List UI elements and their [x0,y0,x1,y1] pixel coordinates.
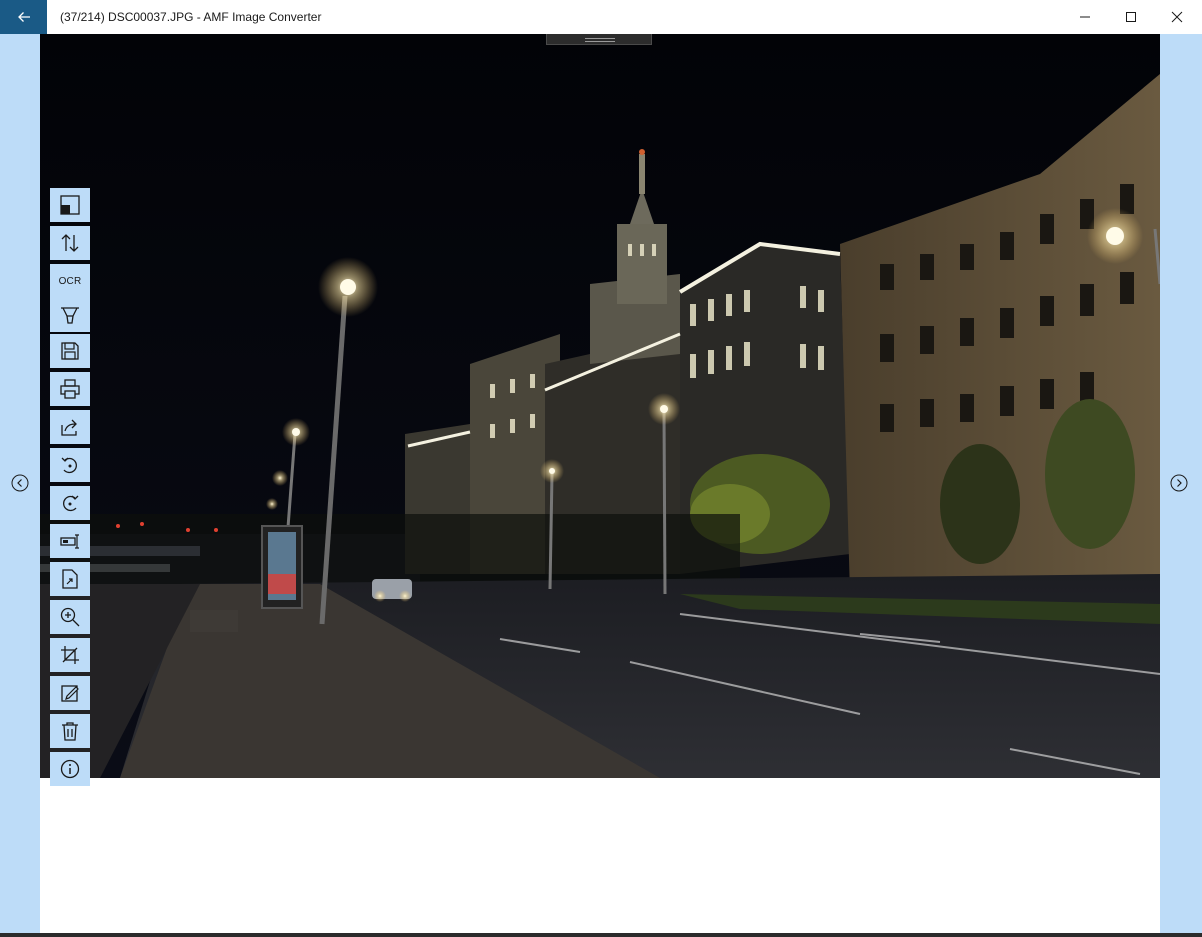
close-button[interactable] [1154,0,1200,34]
top-drawer-handle[interactable] [546,34,652,45]
funnel-icon [61,307,79,324]
rotate-right-icon [63,495,79,512]
info-icon [60,759,80,779]
export-file-icon [62,569,78,589]
night-city-photo [40,34,1160,778]
filter-button[interactable] [50,298,90,332]
photo-illustration [40,34,1160,778]
delete-icon [62,722,78,741]
right-nav-panel [1160,34,1202,933]
resize-icon [60,534,79,549]
edit-icon [61,685,79,702]
maximize-button[interactable] [1108,0,1154,34]
zoom-in-icon [60,607,80,627]
image-viewer [40,34,1160,933]
window-title: (37/214) DSC00037.JPG - AMF Image Conver… [60,10,322,24]
zoom-button[interactable] [50,600,90,634]
crop-button[interactable] [50,638,90,672]
title-bar: (37/214) DSC00037.JPG - AMF Image Conver… [0,0,1202,34]
share-icon [61,419,77,436]
left-nav-panel [0,34,40,933]
print-icon [60,379,80,399]
arrow-left-icon [17,12,30,22]
window-bottom-border [0,933,1202,937]
contrast-button[interactable] [50,188,90,222]
edit-button[interactable] [50,676,90,710]
share-button[interactable] [50,410,90,444]
minimize-icon [1080,16,1090,18]
crop-icon [61,646,79,664]
resize-button[interactable] [50,524,90,558]
rotate-right-button[interactable] [50,486,90,520]
back-button[interactable] [0,0,47,34]
save-icon [61,342,79,360]
maximize-icon [1126,12,1136,22]
ocr-label: OCR [58,275,82,287]
rotate-left-icon [61,457,77,474]
ocr-button[interactable]: OCR [50,264,90,298]
chevron-right-circle-icon[interactable] [1170,474,1188,492]
print-button[interactable] [50,372,90,406]
rotate-left-button[interactable] [50,448,90,482]
close-icon [1171,11,1183,23]
export-button[interactable] [50,562,90,596]
contrast-icon [60,195,80,215]
delete-button[interactable] [50,714,90,748]
sort-button[interactable] [50,226,90,260]
info-button[interactable] [50,752,90,786]
sort-arrows-icon [61,234,79,252]
minimize-button[interactable] [1062,0,1108,34]
chevron-left-circle-icon[interactable] [11,474,29,492]
save-button[interactable] [50,334,90,368]
